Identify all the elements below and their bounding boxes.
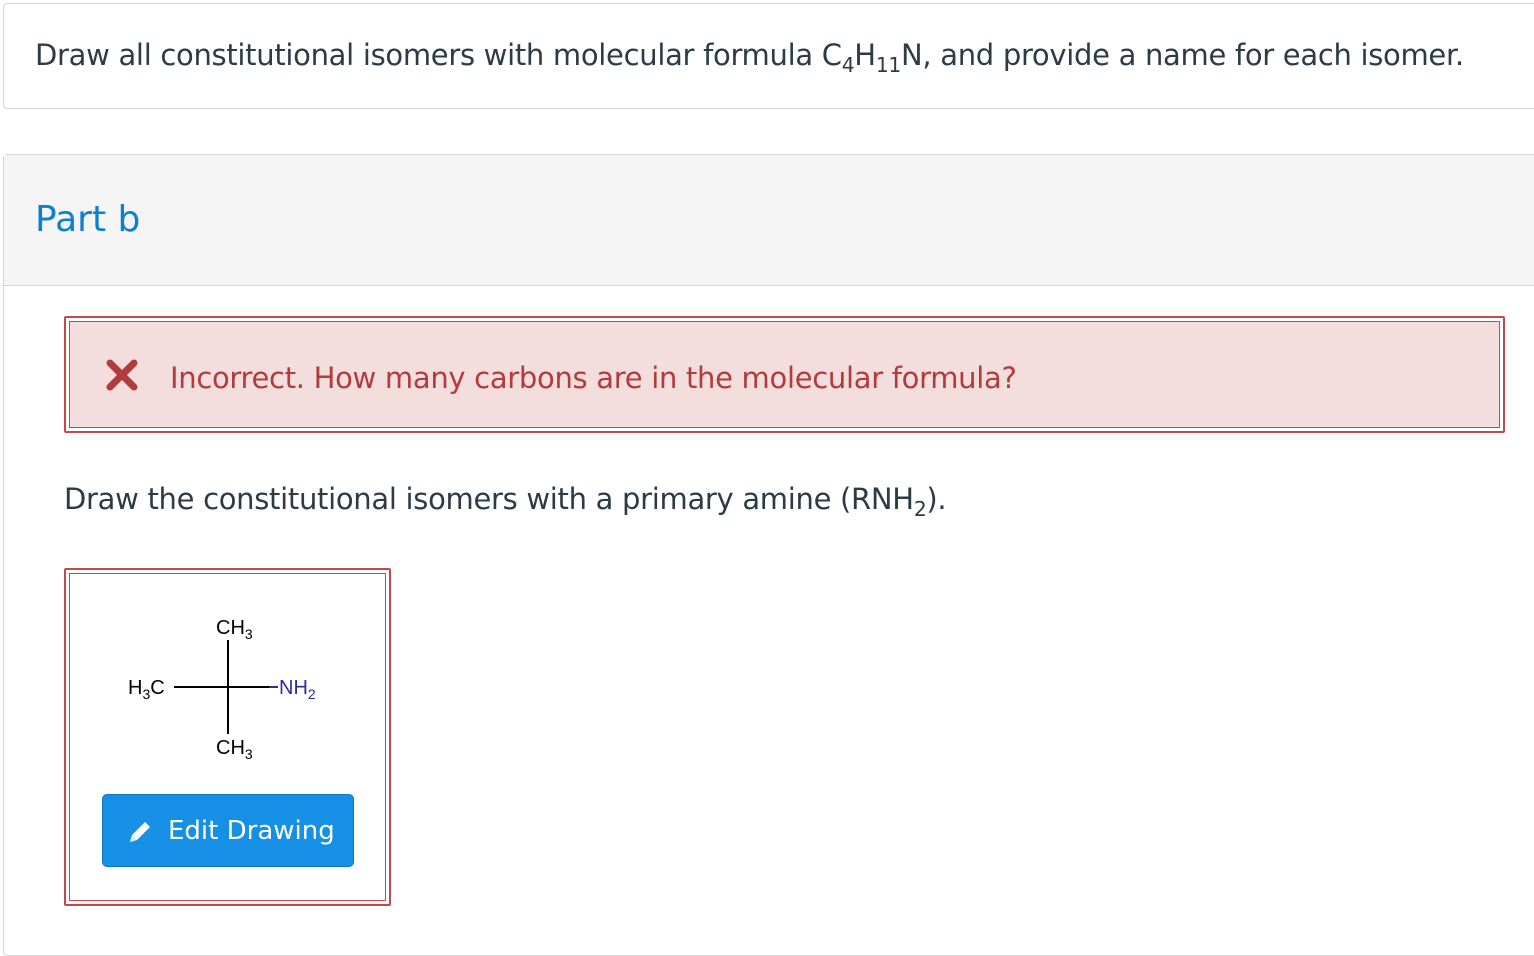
question-card: Draw all constitutional isomers with mol… bbox=[3, 3, 1534, 109]
drawing-box: CH3 H3C NH2 CH3 Edit Drawing bbox=[64, 568, 391, 906]
pencil-icon bbox=[130, 822, 150, 842]
prompt-text-start: Draw the constitutional isomers with a p… bbox=[64, 482, 914, 516]
part-title: Part b bbox=[35, 199, 141, 240]
prompt-subscript: 2 bbox=[913, 496, 927, 521]
question-text-start: Draw all constitutional isomers with mol… bbox=[35, 38, 842, 72]
hydrogen-symbol: H bbox=[854, 38, 876, 72]
question-text-end: N, and provide a name for each isomer. bbox=[901, 38, 1464, 72]
prompt-text: Draw the constitutional isomers with a p… bbox=[64, 482, 947, 521]
hydrogen-subscript: 11 bbox=[875, 52, 902, 77]
edit-drawing-label: Edit Drawing bbox=[168, 816, 335, 846]
feedback-inner: Incorrect. How many carbons are in the m… bbox=[69, 321, 1500, 428]
question-text: Draw all constitutional isomers with mol… bbox=[35, 38, 1464, 77]
x-icon bbox=[106, 359, 138, 391]
left-methyl-label: H3C bbox=[128, 677, 165, 702]
top-methyl-label: CH3 bbox=[216, 617, 253, 642]
part-header: Part b bbox=[4, 155, 1534, 286]
amine-label: NH2 bbox=[279, 677, 316, 702]
feedback-box: Incorrect. How many carbons are in the m… bbox=[64, 316, 1505, 433]
edit-drawing-button[interactable]: Edit Drawing bbox=[102, 794, 354, 867]
feedback-text: Incorrect. How many carbons are in the m… bbox=[170, 361, 1017, 395]
carbon-subscript: 4 bbox=[841, 52, 855, 77]
drawing-inner: CH3 H3C NH2 CH3 Edit Drawing bbox=[69, 573, 386, 901]
prompt-text-end: ). bbox=[926, 482, 947, 516]
bottom-methyl-label: CH3 bbox=[216, 737, 253, 762]
